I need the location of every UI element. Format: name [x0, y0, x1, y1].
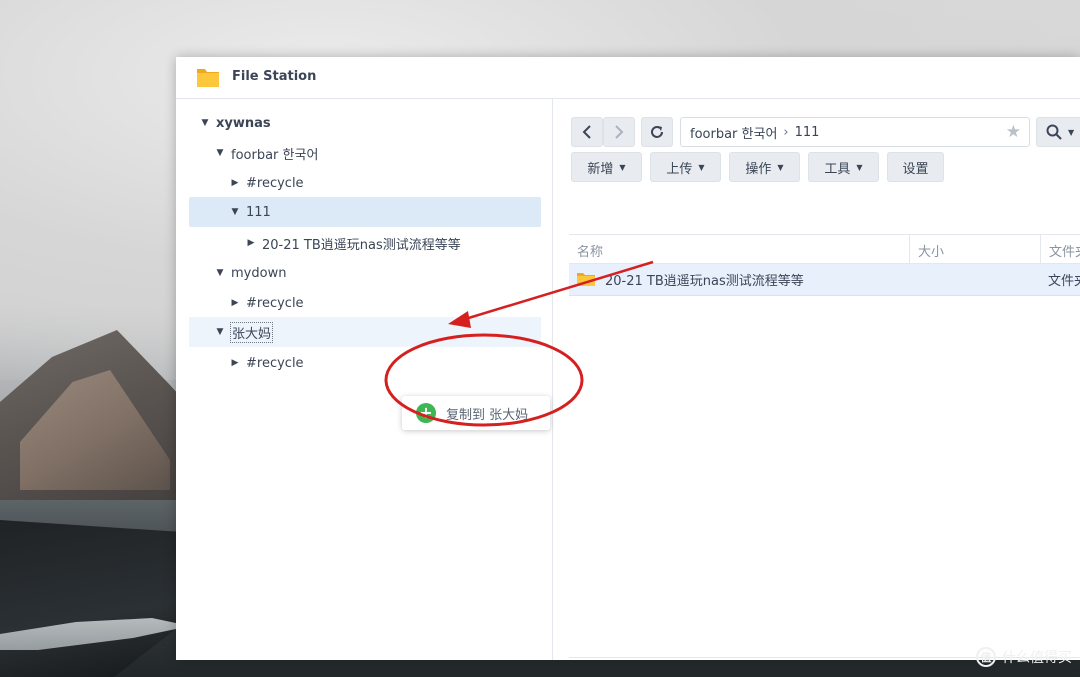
file-station-window: File Station ▼ xywnas ▼ foorbar 한국어 ▶ #r… [176, 57, 1080, 660]
caret-down-icon: ▼ [1068, 127, 1075, 137]
settings-button-label: 设置 [902, 161, 929, 177]
tree-node-mydown[interactable]: ▼ mydown [213, 258, 287, 288]
plus-circle-icon: + [416, 403, 436, 423]
watermark-logo: 值 [976, 647, 996, 667]
path-separator: › [783, 124, 789, 140]
tree-node-label: 张大妈 [229, 321, 274, 343]
cell-size [909, 264, 1040, 294]
caret-right-icon[interactable]: ▶ [228, 356, 242, 370]
drag-tooltip-label: 复制到 张大妈 [446, 407, 529, 423]
tree-node-label: mydown [231, 265, 287, 281]
tree-node-foorbar[interactable]: ▼ foorbar 한국어 [213, 138, 319, 168]
watermark-text: 什么值得买 [1002, 650, 1072, 666]
caret-down-icon[interactable]: ▼ [198, 116, 212, 130]
tree-node-zhangdama[interactable]: ▼ 张大妈 [213, 317, 274, 347]
tools-button[interactable]: 工具 ▼ [808, 152, 879, 182]
tree-node-label: #recycle [246, 295, 304, 311]
caret-down-icon: ▼ [777, 162, 784, 172]
tree-node-label: foorbar 한국어 [231, 147, 319, 163]
tree-node-label: xywnas [216, 115, 271, 131]
create-button[interactable]: 新增 ▼ [571, 152, 642, 182]
drag-copy-tooltip: + 复制到 张大妈 [402, 396, 550, 430]
refresh-icon [651, 126, 663, 138]
search-icon [1046, 124, 1062, 140]
upload-button-label: 上传 [666, 161, 693, 177]
window-title: File Station [232, 69, 317, 84]
caret-down-icon[interactable]: ▼ [213, 146, 227, 160]
chevron-right-icon [615, 125, 624, 139]
column-header-name[interactable]: 名称 [569, 235, 909, 265]
cell-type: 文件夹 [1048, 273, 1080, 289]
settings-button[interactable]: 设置 [887, 152, 944, 182]
refresh-button[interactable] [641, 117, 673, 147]
caret-down-icon: ▼ [698, 162, 705, 172]
folder-icon [197, 69, 219, 87]
path-bar[interactable]: foorbar 한국어 › 111 ★ [680, 117, 1030, 147]
caret-right-icon[interactable]: ▶ [228, 296, 242, 310]
search-button[interactable]: ▼ [1036, 117, 1080, 147]
file-grid-header: 名称 大小 文件夹 [569, 234, 1080, 265]
column-header-size[interactable]: 大小 [909, 235, 1040, 265]
action-button-label: 操作 [745, 161, 772, 177]
caret-down-icon[interactable]: ▼ [213, 325, 227, 339]
column-header-type[interactable]: 文件夹 [1040, 235, 1080, 265]
upload-button[interactable]: 上传 ▼ [650, 152, 721, 182]
star-icon[interactable]: ★ [1006, 122, 1021, 142]
tree-node-subfolder[interactable]: ▶ 20-21 TB逍遥玩nas测试流程等等 [244, 228, 461, 258]
path-segment[interactable]: foorbar 한국어 [690, 123, 777, 142]
tree-node-label: 111 [246, 204, 271, 220]
table-row[interactable]: 20-21 TB逍遥玩nas测试流程等等 文件夹 [569, 264, 1080, 296]
path-segment[interactable]: 111 [795, 125, 820, 140]
caret-down-icon: ▼ [619, 162, 626, 172]
cell-name: 20-21 TB逍遥玩nas测试流程等等 [569, 264, 909, 294]
forward-button[interactable] [603, 117, 635, 147]
caret-down-icon[interactable]: ▼ [228, 205, 242, 219]
tools-button-label: 工具 [824, 161, 851, 177]
caret-right-icon[interactable]: ▶ [244, 236, 258, 250]
tree-node-label: #recycle [246, 175, 304, 191]
tree-node-recycle[interactable]: ▶ #recycle [228, 348, 304, 378]
window-titlebar[interactable]: File Station [176, 57, 1080, 99]
tree-node-recycle[interactable]: ▶ #recycle [228, 288, 304, 318]
tree-node-label: #recycle [246, 355, 304, 371]
folder-tree: ▼ xywnas ▼ foorbar 한국어 ▶ #recycle ▼ 111 … [176, 99, 553, 660]
tree-node-xywnas[interactable]: ▼ xywnas [198, 108, 271, 138]
caret-down-icon: ▼ [856, 162, 863, 172]
folder-icon [577, 273, 595, 286]
tree-node-recycle[interactable]: ▶ #recycle [228, 168, 304, 198]
tree-node-111[interactable]: ▼ 111 [228, 197, 271, 227]
watermark: 值 什么值得买 [976, 647, 1072, 667]
caret-right-icon[interactable]: ▶ [228, 176, 242, 190]
tree-node-label: 20-21 TB逍遥玩nas测试流程等等 [262, 237, 461, 253]
create-button-label: 新增 [587, 161, 614, 177]
file-list-pane: foorbar 한국어 › 111 ★ ▼ 新增 ▼ 上传 ▼ 操作 ▼ 工具 ▼ 设置… [554, 99, 1080, 660]
back-button[interactable] [571, 117, 603, 147]
caret-down-icon[interactable]: ▼ [213, 266, 227, 280]
chevron-left-icon [582, 125, 591, 139]
action-button[interactable]: 操作 ▼ [729, 152, 800, 182]
